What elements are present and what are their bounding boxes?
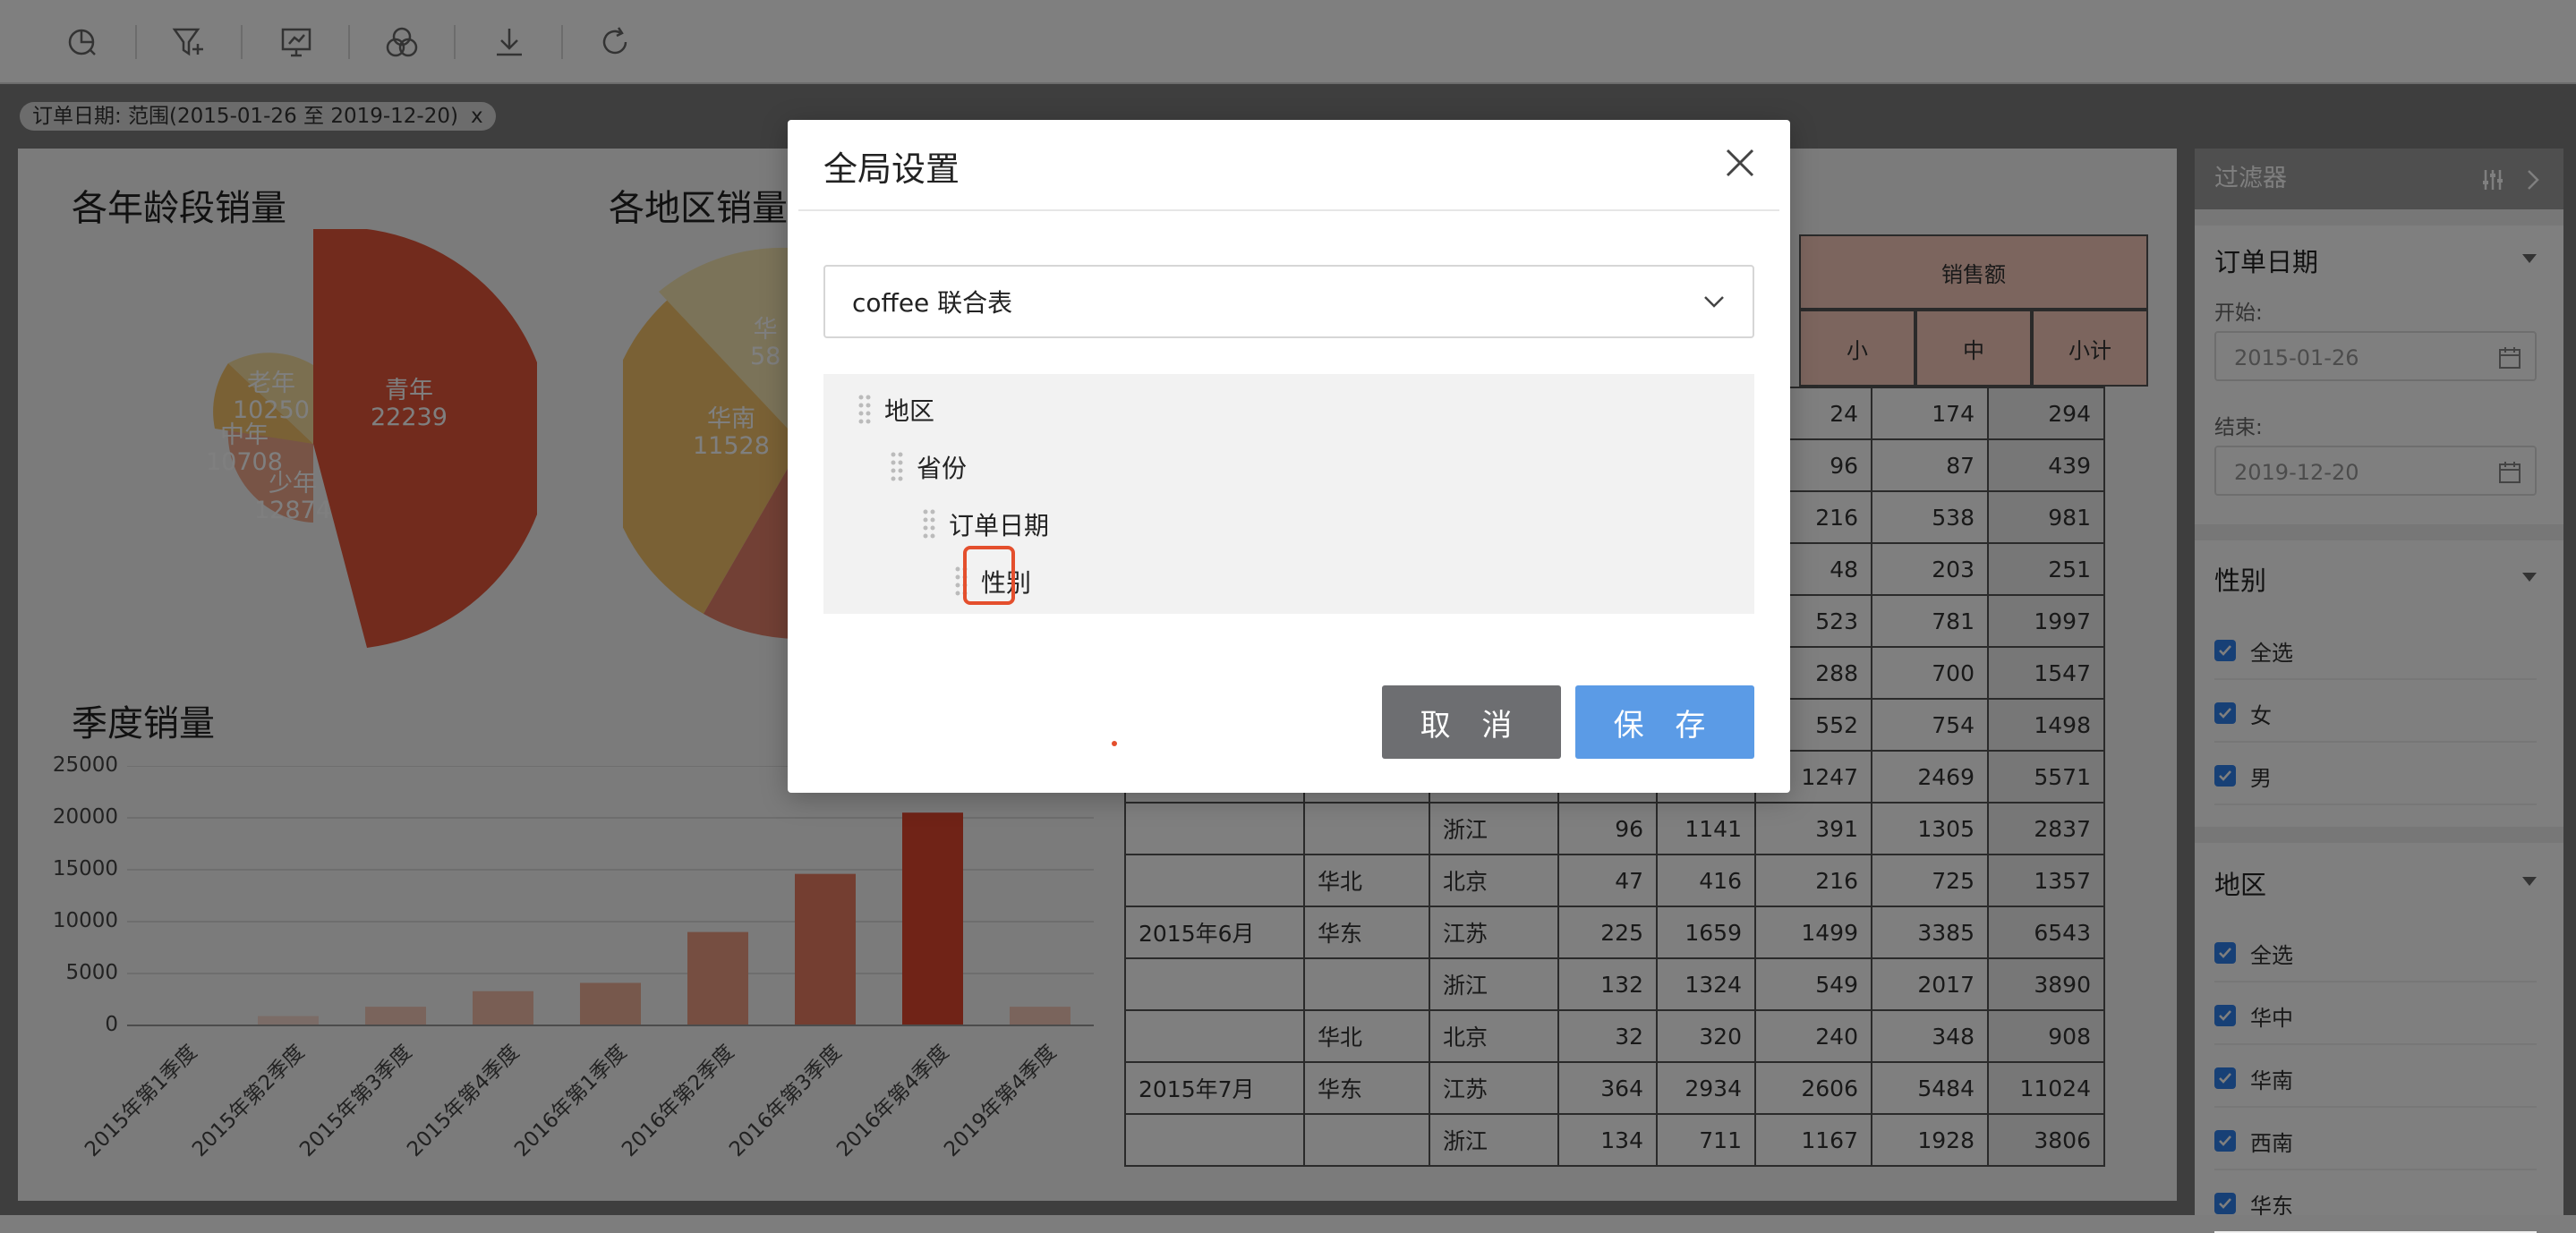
- global-settings-dialog: 全局设置 coffee 联合表 地区 省份 订单日期 性别 取 消 保 存: [788, 120, 1790, 793]
- loading-dot: [1112, 741, 1117, 746]
- tree-item-order-date[interactable]: 订单日期: [920, 505, 1049, 544]
- dimension-tree: 地区 省份 订单日期 性别: [823, 374, 1754, 614]
- tree-item-label: 地区: [884, 396, 935, 426]
- cancel-button[interactable]: 取 消: [1382, 685, 1561, 759]
- tree-item-label: 订单日期: [949, 511, 1050, 540]
- drag-handle-icon[interactable]: [856, 392, 874, 428]
- drag-handle-icon[interactable]: [888, 449, 906, 485]
- dialog-title: 全局设置: [823, 149, 960, 189]
- tree-item-region[interactable]: 地区: [856, 390, 934, 429]
- table-select[interactable]: coffee 联合表: [823, 265, 1754, 338]
- tree-item-province[interactable]: 省份: [888, 447, 967, 487]
- table-select-value: coffee 联合表: [852, 288, 1013, 318]
- drag-handle-icon[interactable]: [920, 506, 938, 542]
- drag-handle-highlight: [963, 546, 1015, 605]
- save-button[interactable]: 保 存: [1575, 685, 1754, 759]
- tree-item-label: 省份: [917, 454, 968, 483]
- chevron-down-icon[interactable]: [1702, 293, 1726, 310]
- dialog-divider: [798, 209, 1779, 211]
- close-icon[interactable]: [1720, 143, 1760, 183]
